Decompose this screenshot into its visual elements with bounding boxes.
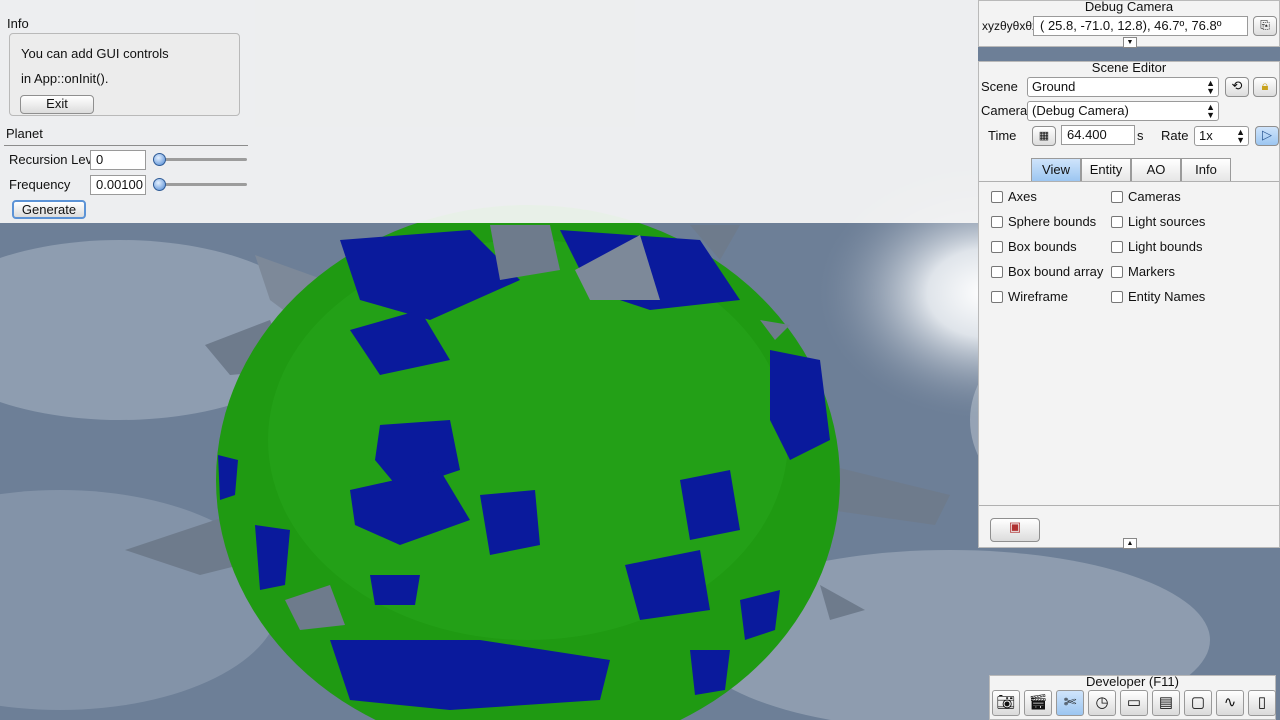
- checkbox-label: Sphere bounds: [1008, 214, 1097, 229]
- chevron-updown-icon: ▲ ▼: [1236, 127, 1245, 145]
- save-icon: ▣: [1008, 519, 1022, 534]
- checkbox-light-sources[interactable]: [1111, 216, 1123, 228]
- checkbox-label: Light sources: [1128, 214, 1206, 229]
- planet-divider: [4, 145, 248, 146]
- bottom-divider: [979, 505, 1279, 506]
- info-text-line1: You can add GUI controls: [21, 46, 169, 61]
- document-icon[interactable]: ▯: [1248, 690, 1276, 716]
- checkbox-sphere-bounds[interactable]: [991, 216, 1003, 228]
- note-icon[interactable]: ▭: [1120, 690, 1148, 716]
- save-scene-button[interactable]: ▣: [990, 518, 1040, 542]
- checkbox-box-bound-array[interactable]: [991, 266, 1003, 278]
- debug-camera-title: Debug Camera: [1084, 0, 1174, 14]
- film-icon: ▦: [1038, 130, 1050, 142]
- clipboard-icon: ⎘: [1260, 18, 1270, 32]
- clock-icon[interactable]: ◷: [1088, 690, 1116, 716]
- frequency-slider-track[interactable]: [153, 183, 247, 186]
- camera-select[interactable]: (Debug Camera) ▲ ▼: [1027, 101, 1219, 121]
- windows-icon[interactable]: ▢: [1184, 690, 1212, 716]
- checkbox-axes[interactable]: [991, 191, 1003, 203]
- time-unit: s: [1137, 128, 1144, 143]
- scene-editor-window: Scene Editor Scene Ground ▲ ▼ ⟲ 🔒︎ Camera…: [978, 60, 1280, 549]
- scene-select[interactable]: Ground ▲ ▼: [1027, 77, 1219, 97]
- rate-label: Rate: [1161, 128, 1189, 143]
- camera-icon[interactable]: 📷︎: [992, 690, 1020, 716]
- frequency-label: Frequency: [9, 177, 71, 192]
- generate-button[interactable]: Generate: [12, 200, 86, 219]
- tab-ao[interactable]: AO: [1131, 158, 1181, 182]
- frequency-field[interactable]: 0.00100: [90, 175, 146, 195]
- clapperboard-icon[interactable]: 🎬︎: [1024, 690, 1052, 716]
- time-field[interactable]: 64.400: [1061, 125, 1135, 145]
- chevron-updown-icon: ▲ ▼: [1206, 102, 1215, 120]
- recursion-slider-track[interactable]: [153, 158, 247, 161]
- rate-select[interactable]: 1x ▲ ▼: [1194, 126, 1249, 146]
- collapse-arrow-icon[interactable]: ▲: [1123, 538, 1137, 549]
- tab-entity[interactable]: Entity: [1081, 158, 1131, 182]
- tab-view[interactable]: View: [1031, 158, 1081, 182]
- play-button[interactable]: ▷: [1255, 126, 1279, 146]
- reload-icon: ⟲: [1231, 78, 1243, 93]
- camera-label: Camera: [981, 103, 1028, 118]
- checkbox-markers[interactable]: [1111, 266, 1123, 278]
- checkbox-wireframe[interactable]: [991, 291, 1003, 303]
- stats-icon[interactable]: ∿: [1216, 690, 1244, 716]
- checkbox-label: Entity Names: [1128, 289, 1206, 304]
- checkbox-label: Cameras: [1128, 189, 1181, 204]
- lock-button[interactable]: 🔒︎: [1253, 77, 1277, 97]
- exit-button[interactable]: Exit: [20, 95, 94, 114]
- tab-info[interactable]: Info: [1181, 158, 1231, 182]
- down-arrow-icon[interactable]: ▼: [1123, 37, 1137, 48]
- checkbox-label: Box bound array: [1008, 264, 1104, 279]
- play-icon: ▷: [1262, 127, 1272, 142]
- copy-camera-button[interactable]: ⎘: [1253, 16, 1277, 36]
- xyz-label: xyzθyθxθz: [982, 19, 1039, 33]
- checkbox-entity-names[interactable]: [1111, 291, 1123, 303]
- recursion-level-field[interactable]: 0: [90, 150, 146, 170]
- frequency-slider-knob[interactable]: [153, 178, 166, 191]
- developer-title: Developer (F11): [1086, 674, 1179, 689]
- checkbox-label: Light bounds: [1128, 239, 1203, 254]
- time-reset-button[interactable]: ▦: [1032, 126, 1056, 146]
- terminal-icon[interactable]: ▤: [1152, 690, 1180, 716]
- scene-select-value: Ground: [1032, 79, 1076, 94]
- chevron-updown-icon: ▲ ▼: [1206, 78, 1215, 96]
- recursion-slider-knob[interactable]: [153, 153, 166, 166]
- checkbox-light-bounds[interactable]: [1111, 241, 1123, 253]
- checkbox-label: Markers: [1128, 264, 1175, 279]
- checkbox-cameras[interactable]: [1111, 191, 1123, 203]
- debug-camera-window: Debug Camera xyzθyθxθz ( 25.8, -71.0, 12…: [978, 0, 1280, 48]
- reload-scene-button[interactable]: ⟲: [1225, 77, 1249, 97]
- rate-select-value: 1x: [1199, 128, 1213, 143]
- scene-label: Scene: [981, 79, 1018, 94]
- planet-panel-title: Planet: [6, 126, 43, 141]
- info-panel: You can add GUI controls in App::onInit(…: [9, 33, 240, 116]
- scene-editor-title: Scene Editor: [1091, 60, 1167, 75]
- tools-icon[interactable]: ✄: [1056, 690, 1084, 716]
- recursion-level-label: Recursion Level: [9, 152, 93, 167]
- lock-icon: 🔒︎: [1261, 78, 1269, 93]
- checkbox-label: Wireframe: [1008, 289, 1068, 304]
- checkbox-box-bounds[interactable]: [991, 241, 1003, 253]
- camera-select-value: (Debug Camera): [1032, 103, 1129, 118]
- camera-coords-field[interactable]: ( 25.8, -71.0, 12.8), 46.7º, 76.8º: [1033, 16, 1248, 36]
- info-panel-title: Info: [7, 16, 29, 31]
- time-label: Time: [988, 128, 1017, 143]
- tab-divider: [979, 181, 1279, 182]
- checkbox-label: Axes: [1008, 189, 1037, 204]
- checkbox-label: Box bounds: [1008, 239, 1077, 254]
- info-text-line2: in App::onInit().: [21, 71, 109, 86]
